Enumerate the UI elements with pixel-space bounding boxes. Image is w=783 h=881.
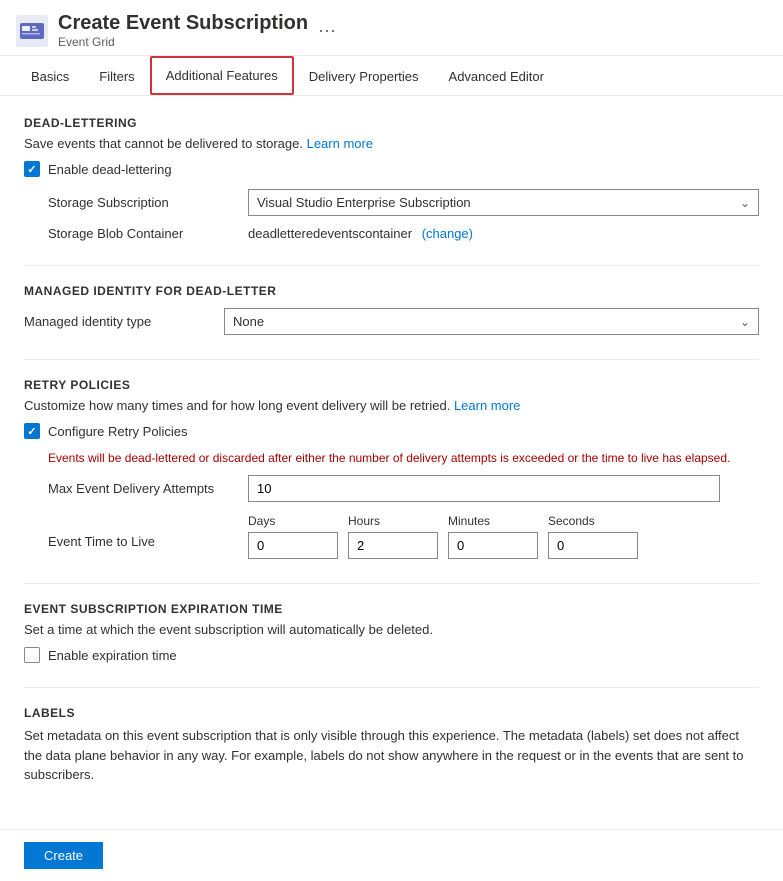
- event-grid-icon: [16, 15, 48, 47]
- page-subtitle: Event Grid: [58, 35, 308, 49]
- checkmark-icon-2: ✓: [27, 425, 36, 438]
- page-header: Create Event Subscription Event Grid ···: [0, 0, 783, 56]
- storage-blob-container-field: deadletteredeventscontainer (change): [248, 226, 759, 241]
- chevron-down-icon-2: ⌄: [740, 315, 750, 329]
- expiration-title: EVENT SUBSCRIPTION EXPIRATION TIME: [24, 602, 759, 616]
- storage-subscription-dropdown[interactable]: Visual Studio Enterprise Subscription ⌄: [248, 189, 759, 216]
- header-ellipsis-menu[interactable]: ···: [318, 20, 336, 41]
- create-button[interactable]: Create: [24, 842, 103, 869]
- chevron-down-icon: ⌄: [740, 196, 750, 210]
- tab-delivery-properties[interactable]: Delivery Properties: [294, 58, 434, 95]
- footer: Create: [0, 829, 783, 881]
- minutes-label: Minutes: [448, 514, 538, 528]
- enable-dead-lettering-label: Enable dead-lettering: [48, 162, 172, 177]
- dead-lettering-section: DEAD-LETTERING Save events that cannot b…: [24, 116, 759, 241]
- divider-3: [24, 583, 759, 584]
- seconds-label: Seconds: [548, 514, 638, 528]
- configure-retry-checkbox[interactable]: ✓: [24, 423, 40, 439]
- hours-label: Hours: [348, 514, 438, 528]
- enable-expiration-checkbox[interactable]: [24, 647, 40, 663]
- managed-identity-type-field: None ⌄: [224, 308, 759, 335]
- max-delivery-attempts-row: Max Event Delivery Attempts: [48, 475, 759, 502]
- event-time-to-live-label: Event Time to Live: [48, 514, 248, 549]
- storage-subscription-label: Storage Subscription: [48, 195, 248, 210]
- event-time-to-live-row: Event Time to Live Days Hours Minutes Se…: [48, 514, 759, 559]
- storage-subscription-value: Visual Studio Enterprise Subscription: [257, 195, 471, 210]
- max-delivery-attempts-label: Max Event Delivery Attempts: [48, 481, 248, 496]
- hours-col: Hours: [348, 514, 438, 559]
- enable-dead-lettering-row: ✓ Enable dead-lettering: [24, 161, 759, 177]
- hours-input[interactable]: [348, 532, 438, 559]
- dead-lettering-title: DEAD-LETTERING: [24, 116, 759, 130]
- managed-identity-type-row: Managed identity type None ⌄: [24, 308, 759, 335]
- dead-lettering-learn-more[interactable]: Learn more: [307, 136, 373, 151]
- retry-policies-title: RETRY POLICIES: [24, 378, 759, 392]
- tab-filters[interactable]: Filters: [84, 58, 149, 95]
- tab-advanced-editor[interactable]: Advanced Editor: [434, 58, 559, 95]
- page-title: Create Event Subscription: [58, 12, 308, 35]
- divider-2: [24, 359, 759, 360]
- divider-4: [24, 687, 759, 688]
- days-col: Days: [248, 514, 338, 559]
- dead-lettering-desc: Save events that cannot be delivered to …: [24, 136, 759, 151]
- labels-section: LABELS Set metadata on this event subscr…: [24, 706, 759, 785]
- managed-identity-section: MANAGED IDENTITY FOR DEAD-LETTER Managed…: [24, 284, 759, 335]
- storage-blob-container-row: Storage Blob Container deadletteredevent…: [48, 226, 759, 241]
- tab-basics[interactable]: Basics: [16, 58, 84, 95]
- labels-title: LABELS: [24, 706, 759, 720]
- expiration-desc: Set a time at which the event subscripti…: [24, 622, 759, 637]
- enable-expiration-row: Enable expiration time: [24, 647, 759, 663]
- storage-subscription-field: Visual Studio Enterprise Subscription ⌄: [248, 189, 759, 216]
- minutes-input[interactable]: [448, 532, 538, 559]
- divider-1: [24, 265, 759, 266]
- tab-bar: Basics Filters Additional Features Deliv…: [0, 56, 783, 96]
- enable-dead-lettering-checkbox[interactable]: ✓: [24, 161, 40, 177]
- retry-policies-desc: Customize how many times and for how lon…: [24, 398, 759, 413]
- tab-additional-features[interactable]: Additional Features: [150, 56, 294, 95]
- managed-identity-title: MANAGED IDENTITY FOR DEAD-LETTER: [24, 284, 759, 298]
- storage-blob-container-label: Storage Blob Container: [48, 226, 248, 241]
- configure-retry-label: Configure Retry Policies: [48, 424, 187, 439]
- time-inputs-group: Days Hours Minutes Seconds: [248, 514, 638, 559]
- blob-container-value: deadletteredeventscontainer: [248, 226, 412, 241]
- storage-subscription-row: Storage Subscription Visual Studio Enter…: [48, 189, 759, 216]
- checkmark-icon: ✓: [27, 163, 36, 176]
- seconds-input[interactable]: [548, 532, 638, 559]
- managed-identity-type-value: None: [233, 314, 264, 329]
- managed-identity-type-dropdown[interactable]: None ⌄: [224, 308, 759, 335]
- retry-warning-text: Events will be dead-lettered or discarde…: [48, 451, 735, 465]
- configure-retry-row: ✓ Configure Retry Policies: [24, 423, 759, 439]
- main-content: DEAD-LETTERING Save events that cannot b…: [0, 96, 783, 829]
- seconds-col: Seconds: [548, 514, 638, 559]
- blob-container-change-link[interactable]: (change): [422, 226, 473, 241]
- expiration-section: EVENT SUBSCRIPTION EXPIRATION TIME Set a…: [24, 602, 759, 663]
- days-label: Days: [248, 514, 338, 528]
- retry-policies-section: RETRY POLICIES Customize how many times …: [24, 378, 759, 559]
- minutes-col: Minutes: [448, 514, 538, 559]
- days-input[interactable]: [248, 532, 338, 559]
- labels-desc: Set metadata on this event subscription …: [24, 726, 759, 785]
- max-delivery-attempts-input[interactable]: [248, 475, 720, 502]
- managed-identity-type-label: Managed identity type: [24, 314, 224, 329]
- header-title-block: Create Event Subscription Event Grid: [58, 12, 308, 49]
- retry-policies-learn-more[interactable]: Learn more: [454, 398, 520, 413]
- enable-expiration-label: Enable expiration time: [48, 648, 177, 663]
